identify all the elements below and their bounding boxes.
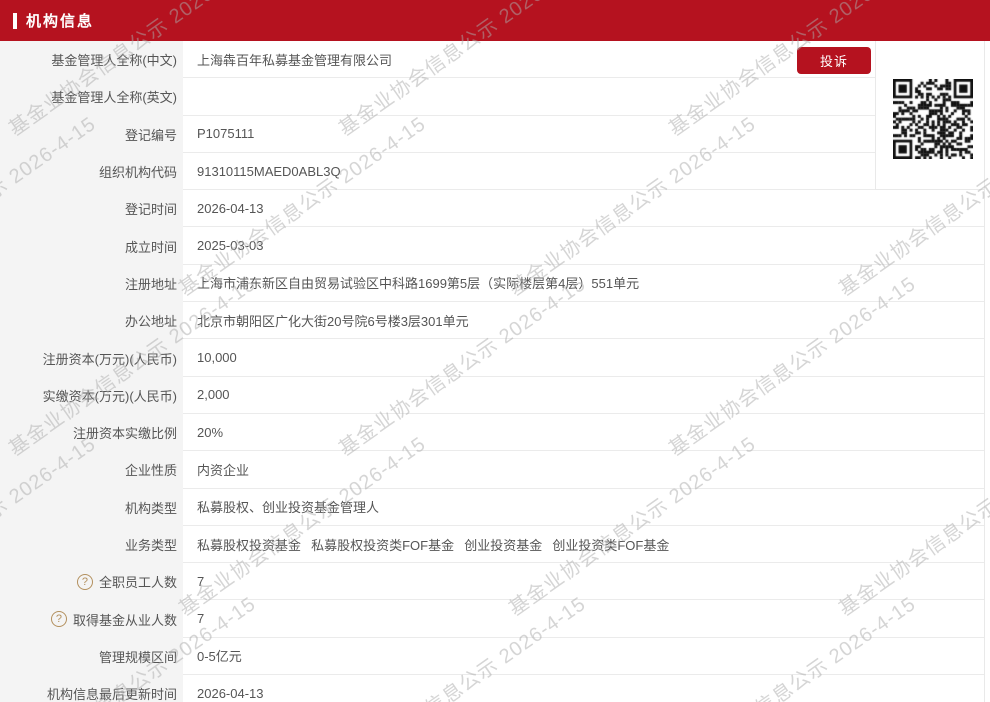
field-value-fulltime-staff: 7: [183, 563, 984, 601]
field-label: ? 全职员工人数: [0, 563, 183, 601]
institution-info-table: 基金管理人全称(中文) 上海犇百年私募基金管理有限公司 基金管理人全称(英文) …: [0, 41, 985, 702]
table-row: 注册资本(万元)(人民币) 10,000: [0, 339, 984, 377]
field-label-text: 全职员工人数: [98, 575, 177, 591]
field-label: ? 取得基金从业人数: [0, 600, 183, 638]
table-row: 登记编号 P1075111: [0, 115, 984, 153]
field-label: 企业性质: [0, 451, 183, 489]
table-row: ? 全职员工人数 7: [0, 563, 984, 601]
qr-panel: [875, 41, 984, 190]
field-value-institution-type: 私募股权、创业投资基金管理人: [183, 489, 984, 526]
field-value-qualified-staff: 7: [183, 600, 984, 638]
field-value-paid-in-capital: 2,000: [183, 377, 984, 414]
field-label: 机构类型: [0, 488, 183, 526]
field-label: 登记时间: [0, 190, 183, 228]
table-row: 办公地址 北京市朝阳区广化大街20号院6号楼3层301单元: [0, 302, 984, 340]
table-row: 实缴资本(万元)(人民币) 2,000: [0, 376, 984, 414]
field-label: 注册地址: [0, 264, 183, 303]
table-row: 机构信息最后更新时间 2026-04-13: [0, 675, 984, 702]
field-label: 注册资本(万元)(人民币): [0, 339, 183, 377]
field-value-registered-address: 上海市浦东新区自由贸易试验区中科路1699第5层（实际楼层第4层）551单元: [183, 265, 984, 303]
institution-info-page: 机构信息 基金管理人全称(中文) 上海犇百年私募基金管理有限公司 基金管理人全称…: [0, 0, 990, 702]
table-row: ? 取得基金从业人数 7: [0, 600, 984, 638]
field-label: 成立时间: [0, 227, 183, 265]
field-label: 实缴资本(万元)(人民币): [0, 376, 183, 414]
field-label: 机构信息最后更新时间: [0, 675, 183, 702]
field-value-manager-name-cn: 上海犇百年私募基金管理有限公司: [183, 41, 876, 79]
field-value-last-update-date: 2026-04-13: [183, 675, 984, 702]
field-label: 办公地址: [0, 302, 183, 340]
field-label-text: 取得基金从业人数: [72, 612, 177, 628]
page-title: 机构信息: [26, 13, 95, 30]
field-value-office-address: 北京市朝阳区广化大街20号院6号楼3层301单元: [183, 302, 984, 340]
field-value-registered-capital: 10,000: [183, 339, 984, 377]
table-row: 成立时间 2025-03-03: [0, 227, 984, 265]
help-icon[interactable]: ?: [50, 611, 67, 628]
table-row: 登记时间 2026-04-13: [0, 190, 984, 228]
table-row: 注册地址 上海市浦东新区自由贸易试验区中科路1699第5层（实际楼层第4层）55…: [0, 264, 984, 303]
table-row: 机构类型 私募股权、创业投资基金管理人: [0, 488, 984, 526]
field-value-registration-number: P1075111: [183, 116, 876, 153]
field-label: 注册资本实缴比例: [0, 413, 183, 452]
section-header: 机构信息: [0, 0, 990, 41]
field-value-enterprise-nature: 内资企业: [183, 451, 984, 489]
field-value-business-types: 私募股权投资基金 私募股权投资类FOF基金 创业投资基金 创业投资类FOF基金: [183, 526, 984, 564]
title-accent-bar: [13, 12, 17, 29]
qr-code: [893, 79, 973, 159]
field-label: 登记编号: [0, 115, 183, 153]
field-value-establish-date: 2025-03-03: [183, 227, 984, 265]
field-value-registration-date: 2026-04-13: [183, 190, 984, 228]
field-value-aum-range: 0-5亿元: [183, 638, 984, 676]
table-row: 注册资本实缴比例 20%: [0, 413, 984, 452]
table-row: 管理规模区间 0-5亿元: [0, 637, 984, 676]
field-value-manager-name-en: [183, 78, 876, 116]
table-row: 业务类型 私募股权投资基金 私募股权投资类FOF基金 创业投资基金 创业投资类F…: [0, 525, 984, 564]
table-row: 组织机构代码 91310115MAED0ABL3Q: [0, 152, 984, 191]
field-label: 基金管理人全称(中文): [0, 41, 183, 79]
help-icon[interactable]: ?: [76, 573, 93, 590]
table-row: 基金管理人全称(英文): [0, 78, 984, 116]
table-row: 企业性质 内资企业: [0, 451, 984, 489]
field-label: 业务类型: [0, 525, 183, 564]
field-label: 组织机构代码: [0, 152, 183, 191]
complaint-button[interactable]: 投诉: [797, 47, 871, 74]
field-label: 基金管理人全称(英文): [0, 78, 183, 116]
field-value-org-code: 91310115MAED0ABL3Q: [183, 153, 876, 191]
field-value-paid-in-ratio: 20%: [183, 414, 984, 452]
field-label: 管理规模区间: [0, 637, 183, 676]
